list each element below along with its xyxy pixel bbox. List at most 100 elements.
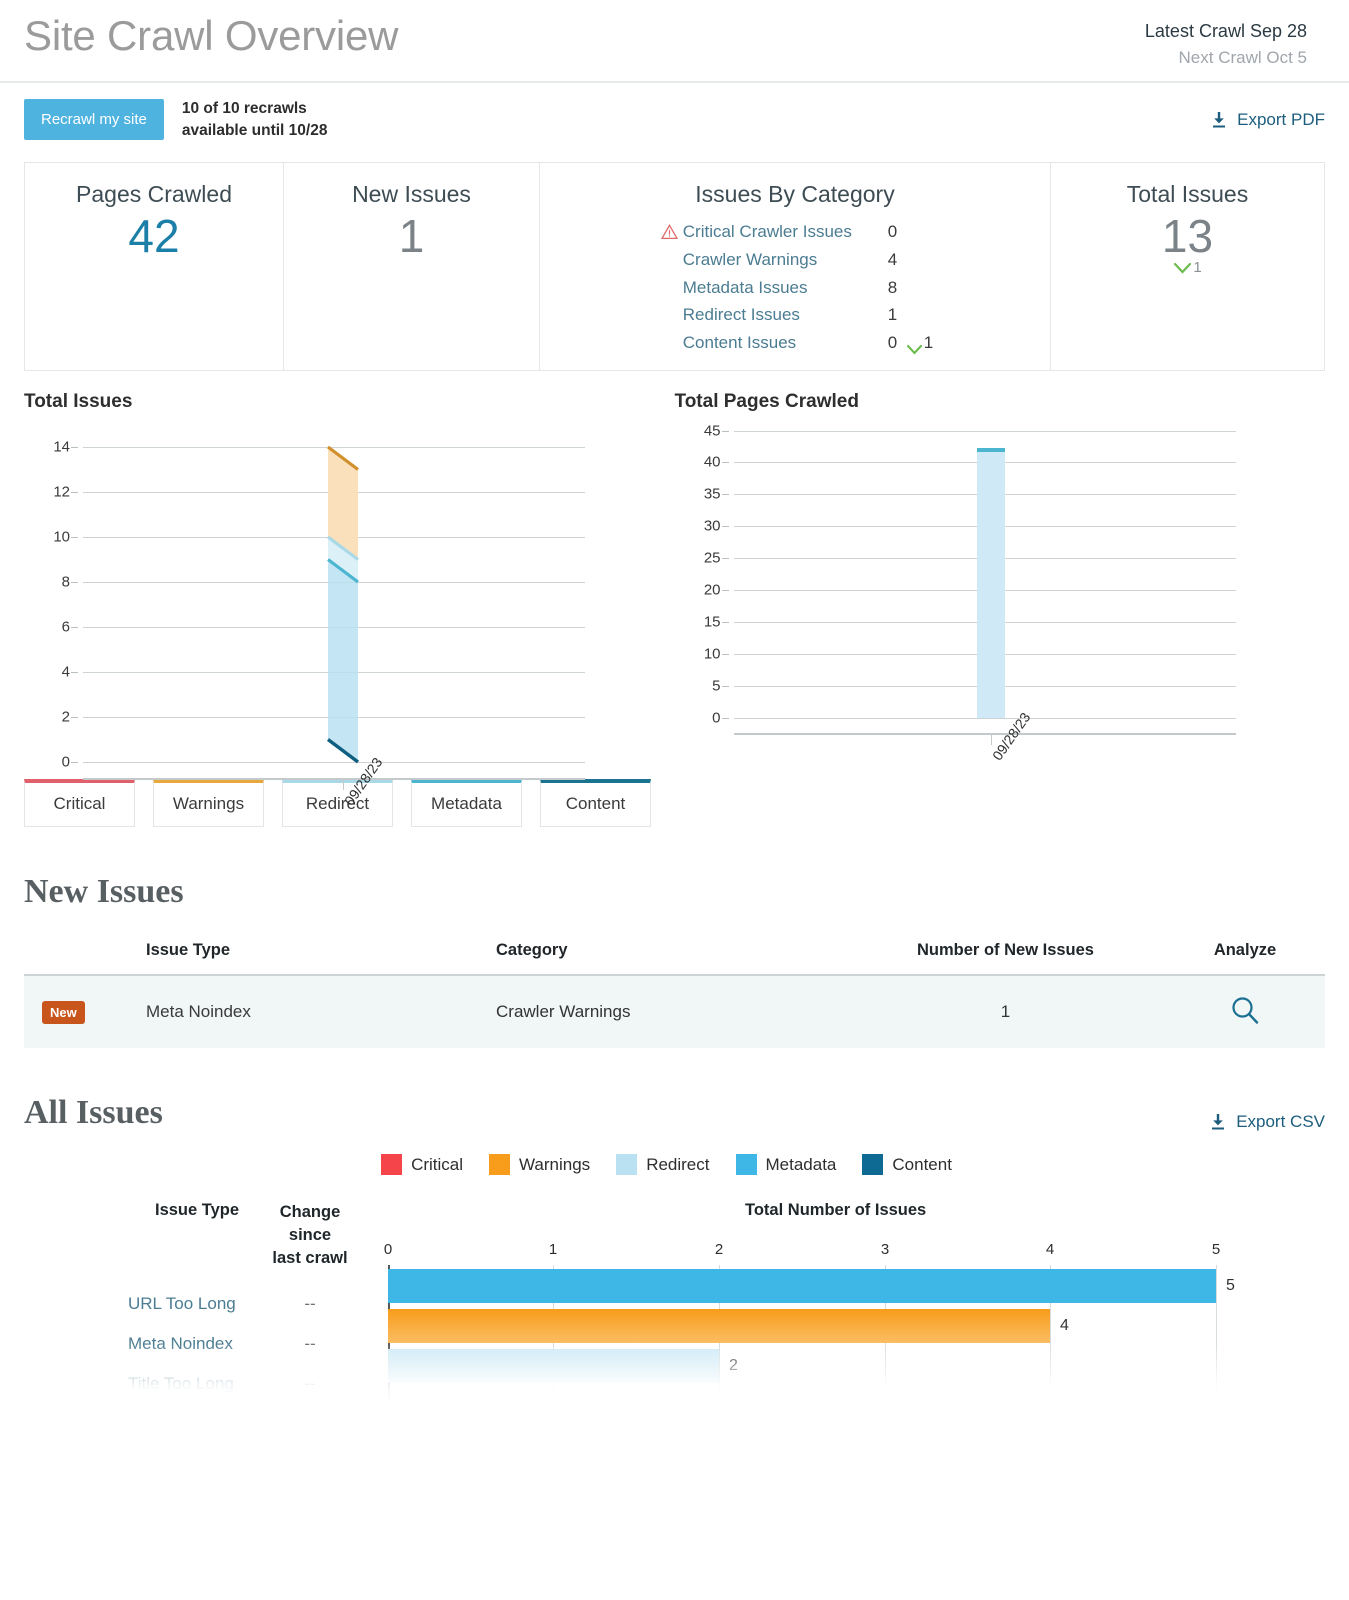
bar-url-too-long[interactable] <box>388 1269 1216 1304</box>
legend-item-redirect[interactable]: Redirect <box>616 1154 710 1176</box>
recrawl-availability-info: 10 of 10 recrawls available until 10/28 <box>182 98 328 143</box>
legend-card-content[interactable]: Content <box>540 779 651 828</box>
x-tick-label: 0 <box>383 1241 393 1259</box>
page-title: Site Crawl Overview <box>24 12 399 59</box>
table-row[interactable]: New Meta Noindex Crawler Warnings 1 <box>24 976 1325 1049</box>
legend-swatch-metadata <box>735 1154 757 1176</box>
summary-card-new-issues: New Issues 1 <box>283 163 539 371</box>
legend-label: Critical <box>411 1154 464 1174</box>
legend-card-label: Warnings <box>172 794 245 814</box>
y-tick-label: 14 <box>53 438 70 456</box>
y-tick-label: 2 <box>61 708 70 726</box>
bar-row-change-title-too-long: -- <box>304 1374 316 1394</box>
y-tick-label: 20 <box>703 581 721 599</box>
column-header-issue-type: Issue Type <box>146 941 231 960</box>
x-tick-label: 2 <box>714 1241 724 1259</box>
legend-card-metadata[interactable]: Metadata <box>411 779 522 828</box>
category-value: 0 <box>887 222 898 242</box>
latest-crawl-date: Latest Crawl Sep 28 <box>1144 21 1307 41</box>
y-axis-labels: 45 40 35 30 25 20 15 10 5 0 <box>675 423 729 727</box>
y-tick-label: 45 <box>703 422 721 440</box>
export-csv-button[interactable]: Export CSV <box>1210 1112 1325 1132</box>
chart-grid: 09/28/23 <box>733 427 1236 763</box>
bar-row-change-url-too-long: -- <box>304 1294 316 1314</box>
bar-column-header-issue-type: Issue Type <box>155 1201 240 1220</box>
change-header-line2: last crawl <box>272 1249 348 1268</box>
legend-item-warnings[interactable]: Warnings <box>489 1154 591 1176</box>
summary-cards: Pages Crawled 42 New Issues 1 Issues By … <box>24 162 1325 372</box>
bar-row-label-url-too-long[interactable]: URL Too Long <box>128 1294 236 1314</box>
all-issues-header-row: All Issues Export CSV <box>0 1094 1349 1132</box>
chart-total-pages-crawled: Total Pages Crawled 45 40 35 30 25 20 15… <box>675 391 1326 763</box>
legend-label: Redirect <box>646 1154 710 1174</box>
category-row[interactable]: Critical Crawler Issues 0 <box>657 218 933 246</box>
category-value: 0 <box>887 332 898 352</box>
category-label: Critical Crawler Issues <box>682 222 852 242</box>
new-issues-table: Issue Type Category Number of New Issues… <box>24 941 1325 1049</box>
legend-swatch-critical <box>381 1154 403 1176</box>
y-tick-label: 40 <box>703 453 721 471</box>
bar-row-label-title-too-long[interactable]: Title Too Long <box>128 1374 234 1394</box>
bar-chart-axis: 0 1 2 3 4 5 5 4 2 <box>384 1241 1239 1404</box>
action-bar: Recrawl my site 10 of 10 recrawls availa… <box>0 83 1349 155</box>
category-delta-value: 1 <box>923 332 934 352</box>
category-value: 4 <box>887 249 898 269</box>
summary-card-total-issues: Total Issues 13 1 <box>1050 163 1324 371</box>
legend-label: Metadata <box>765 1154 837 1174</box>
recrawl-my-site-button[interactable]: Recrawl my site <box>24 99 164 141</box>
new-issues-title: New Issues <box>352 181 471 208</box>
chart-total-issues: Total Issues 14 12 10 8 6 4 2 0 09/28/23 <box>24 391 675 808</box>
chevron-down-icon <box>1173 262 1192 274</box>
category-label: Content Issues <box>682 332 797 352</box>
legend-card-critical[interactable]: Critical <box>24 779 135 828</box>
pages-crawled-value: 42 <box>128 210 180 263</box>
column-header-analyze: Analyze <box>1213 941 1277 960</box>
legend-card-warnings[interactable]: Warnings <box>153 779 264 828</box>
y-tick-label: 12 <box>53 483 70 501</box>
legend-label: Content <box>892 1154 952 1174</box>
column-header-category: Category <box>496 941 568 960</box>
x-tick-label: 3 <box>880 1241 890 1259</box>
bar-meta-noindex[interactable] <box>388 1309 1050 1344</box>
legend-card-label: Content <box>565 794 626 814</box>
legend-label: Warnings <box>519 1154 591 1174</box>
category-row[interactable]: Metadata Issues 8 <box>657 274 933 302</box>
legend-card-label: Critical <box>53 794 106 814</box>
new-issues-heading: New Issues <box>24 873 184 911</box>
export-pdf-button[interactable]: Export PDF <box>1211 110 1325 130</box>
cell-analyze[interactable] <box>1165 994 1325 1031</box>
bar-value-label: 2 <box>729 1357 738 1375</box>
x-tick-label: 4 <box>1045 1241 1055 1259</box>
chevron-down-icon <box>906 337 922 355</box>
bar-title-too-long[interactable] <box>388 1349 719 1384</box>
all-issues-bar-chart: Issue Type Change since last crawl Total… <box>0 1193 1349 1404</box>
category-row[interactable]: Content Issues 0 1 <box>657 329 933 357</box>
category-value: 8 <box>887 277 898 297</box>
download-icon <box>1211 111 1227 129</box>
y-tick-label: 15 <box>703 613 721 631</box>
bar-value-label: 4 <box>1060 1317 1069 1335</box>
change-header-line1: Change since <box>279 1203 341 1245</box>
legend-item-metadata[interactable]: Metadata <box>735 1154 837 1176</box>
search-icon[interactable] <box>1229 996 1261 1030</box>
bar-row-label-meta-noindex[interactable]: Meta Noindex <box>128 1334 233 1354</box>
all-issues-heading: All Issues <box>24 1094 163 1132</box>
legend-card-redirect[interactable]: Redirect <box>282 779 393 828</box>
category-label: Metadata Issues <box>682 277 808 297</box>
legend-item-content[interactable]: Content <box>862 1154 952 1176</box>
next-crawl-date: Next Crawl Oct 5 <box>1178 48 1307 67</box>
bar-column-header-change: Change since last crawl <box>262 1201 358 1270</box>
export-pdf-label: Export PDF <box>1237 109 1325 129</box>
category-label: Crawler Warnings <box>682 249 818 269</box>
bar-row-change-meta-noindex: -- <box>304 1334 316 1354</box>
export-csv-label: Export CSV <box>1236 1112 1325 1132</box>
download-icon <box>1210 1113 1226 1131</box>
pages-crawled-title: Pages Crawled <box>76 181 232 208</box>
total-issues-value: 13 <box>1161 210 1214 263</box>
cell-issue-type[interactable]: Meta Noindex <box>146 1002 496 1022</box>
category-row[interactable]: Redirect Issues 1 <box>657 301 933 329</box>
category-row[interactable]: Crawler Warnings 4 <box>657 246 933 274</box>
legend-item-critical[interactable]: Critical <box>381 1154 464 1176</box>
category-label: Redirect Issues <box>682 305 800 325</box>
column-header-number-of-new-issues: Number of New Issues <box>917 941 1094 960</box>
